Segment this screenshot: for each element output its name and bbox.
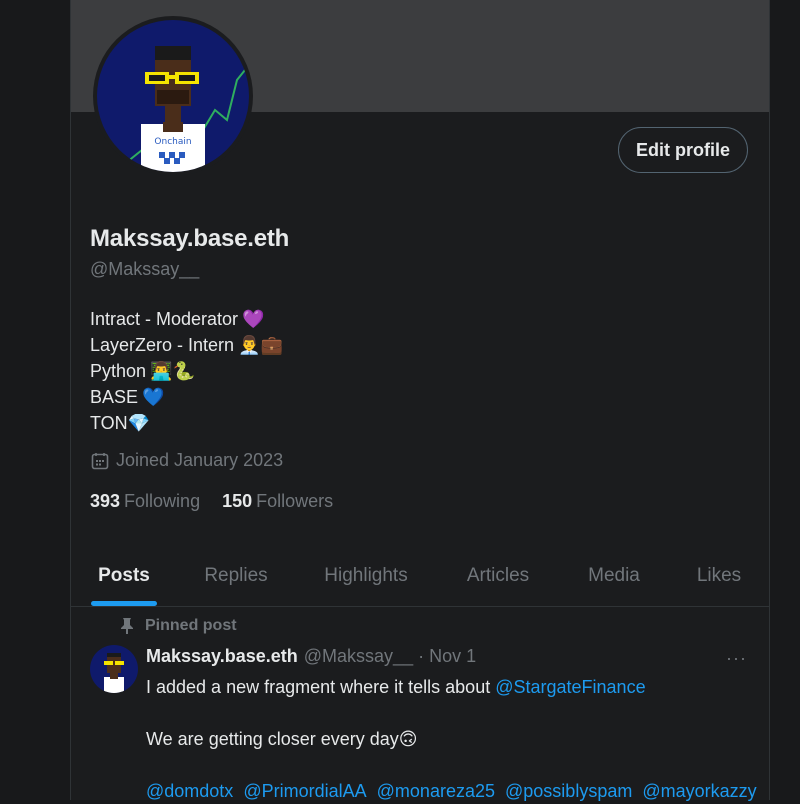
bio-line: Intract - Moderator 💜 xyxy=(90,306,283,332)
profile-avatar[interactable]: Onchain xyxy=(93,16,253,176)
bio-text: BASE xyxy=(90,387,139,407)
joined-text: Joined January 2023 xyxy=(116,450,284,470)
office-worker-emoji: 👨‍💼💼 xyxy=(238,335,283,355)
profile-handle: @Makssay__ xyxy=(90,259,200,279)
bio-line: BASE 💙 xyxy=(90,384,283,410)
following-count: 393 xyxy=(90,491,121,511)
bio-text: TON xyxy=(90,413,128,433)
post-avatar-image xyxy=(90,645,138,693)
svg-text:Onchain: Onchain xyxy=(154,137,191,147)
followers-link[interactable]: 150 Followers xyxy=(222,491,333,512)
post-line: I added a new fragment where it tells ab… xyxy=(146,674,756,700)
post-separator: · xyxy=(418,646,425,666)
joined-date: Joined January 2023 xyxy=(90,450,283,471)
pinned-post-label: Pinned post xyxy=(119,617,237,635)
profile-bio: Intract - Moderator 💜 LayerZero - Intern 👨… xyxy=(90,306,283,436)
calendar-icon xyxy=(91,452,109,469)
mention-link[interactable]: @monareza25 xyxy=(377,781,495,801)
following-label: Following xyxy=(124,491,201,511)
tab-posts[interactable]: Posts xyxy=(71,545,177,607)
tabs-divider xyxy=(71,606,769,607)
bio-text: LayerZero - Intern xyxy=(90,335,235,355)
mention-link[interactable]: @StargateFinance xyxy=(495,677,645,697)
post-body: I added a new fragment where it tells ab… xyxy=(146,674,757,804)
right-gutter xyxy=(770,0,800,800)
mention-link[interactable]: @PrimordialAA xyxy=(243,781,366,801)
bio-line: LayerZero - Intern 👨‍💼💼 xyxy=(90,332,283,358)
tab-likes[interactable]: Likes xyxy=(669,545,769,607)
left-gutter xyxy=(0,0,70,800)
post-text: We are getting closer every day xyxy=(146,729,399,749)
pin-icon xyxy=(121,618,133,634)
technologist-snake-emoji: 👨‍💻🐍 xyxy=(150,361,195,381)
post-author-name[interactable]: Makssay.base.eth xyxy=(146,646,298,667)
post-date[interactable]: Nov 1 xyxy=(429,646,476,667)
profile-tabs: Posts Replies Highlights Articles Media … xyxy=(71,545,769,607)
mention-link[interactable]: @mayorkazzy xyxy=(642,781,756,801)
profile-column: Onchain Edit profile Makssay.base.eth @M… xyxy=(71,0,769,801)
following-link[interactable]: 393 Following xyxy=(90,491,200,512)
mention-link[interactable]: @possiblyspam xyxy=(505,781,632,801)
post-author-handle[interactable]: @Makssay__ xyxy=(304,646,413,667)
profile-stats: 393 Following 150 Followers xyxy=(90,491,355,512)
tab-media[interactable]: Media xyxy=(559,545,669,607)
post-author-avatar[interactable] xyxy=(90,645,138,693)
profile-display-name: Makssay.base.eth xyxy=(90,225,290,252)
avatar-image: Onchain xyxy=(97,20,249,172)
blue-heart-emoji: 💙 xyxy=(142,387,165,407)
tab-highlights[interactable]: Highlights xyxy=(295,545,437,607)
followers-count: 150 xyxy=(222,491,253,511)
bio-line: Python 👨‍💻🐍 xyxy=(90,358,283,384)
tab-articles[interactable]: Articles xyxy=(437,545,559,607)
bio-line: TON 💎 xyxy=(90,410,283,436)
post-text: I added a new fragment where it tells ab… xyxy=(146,677,496,697)
mention-link[interactable]: @domdotx xyxy=(146,781,233,801)
post-line: We are getting closer every day🙃 xyxy=(146,726,756,752)
bio-text: Python xyxy=(90,361,147,381)
edit-profile-button[interactable]: Edit profile xyxy=(618,127,748,173)
bio-text: Intract - Moderator xyxy=(90,309,239,329)
purple-heart-emoji: 💜 xyxy=(242,309,265,329)
post-mentions: @domdotx @PrimordialAA @monareza25 @poss… xyxy=(146,778,757,804)
post-header: Makssay.base.eth @Makssay__ · Nov 1 xyxy=(146,646,476,667)
followers-label: Followers xyxy=(256,491,334,511)
upside-down-face-emoji: 🙃 xyxy=(398,729,418,749)
tab-replies[interactable]: Replies xyxy=(177,545,295,607)
pinned-text: Pinned post xyxy=(145,617,237,634)
more-options-icon[interactable]: ··· xyxy=(726,648,747,669)
gem-emoji: 💎 xyxy=(127,413,151,433)
